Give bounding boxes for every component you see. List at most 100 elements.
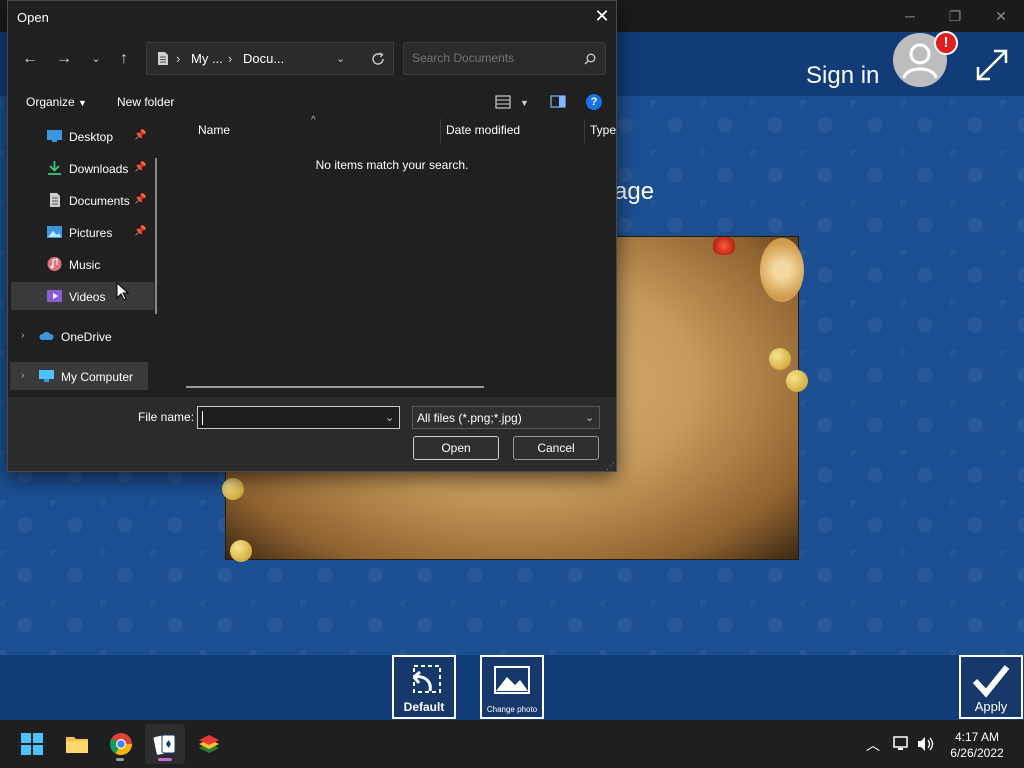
open-button[interactable]: Open <box>413 436 499 460</box>
help-icon[interactable]: ? <box>586 94 602 110</box>
file-type-select[interactable]: All files (*.png;*.jpg) ⌄ <box>412 406 600 429</box>
clock-time: 4:17 AM <box>954 730 1000 744</box>
new-folder-button[interactable]: New folder <box>117 95 174 109</box>
solitaire-icon[interactable] <box>153 732 177 756</box>
picture-icon <box>47 226 62 238</box>
gem-decoration <box>713 237 735 255</box>
breadcrumb-chevron-icon: › <box>228 51 233 66</box>
text-caret <box>202 411 203 425</box>
expand-chevron-icon[interactable]: › <box>21 330 24 341</box>
mouse-cursor-icon <box>116 282 130 301</box>
apply-button[interactable]: Apply <box>959 655 1023 719</box>
resize-grip-icon[interactable]: ⋰ <box>606 461 615 472</box>
coin-decoration <box>222 478 244 500</box>
default-button[interactable]: Default <box>392 655 456 719</box>
clock-date: 6/26/2022 <box>950 746 1004 760</box>
pin-icon[interactable]: 📌 <box>134 194 146 205</box>
expand-chevron-icon[interactable]: › <box>21 370 24 381</box>
undo-icon <box>412 665 441 693</box>
file-name-combobox[interactable]: ⌄ <box>197 406 400 429</box>
view-options-icon[interactable] <box>495 95 511 109</box>
taskbar-clock[interactable]: 4:17 AM 6/26/2022 <box>944 729 1010 761</box>
pin-icon[interactable]: 📌 <box>134 130 146 141</box>
nav-item-desktop[interactable]: Desktop 📌 <box>10 122 148 150</box>
search-input[interactable] <box>412 51 572 65</box>
forward-arrow-icon[interactable]: → <box>55 50 73 68</box>
page-heading: age <box>614 178 655 205</box>
minimize-icon[interactable]: ─ <box>899 6 921 26</box>
nav-item-label: Desktop <box>69 130 114 144</box>
open-file-dialog: Open ✕ ← → ⌄ ↑ › My ... › Docu... ⌄ Orga… <box>7 0 617 472</box>
network-icon[interactable] <box>893 736 911 752</box>
nav-item-label: Videos <box>69 290 106 304</box>
nav-item-downloads[interactable]: Downloads 📌 <box>10 154 148 182</box>
wax-seal-decoration <box>760 238 804 302</box>
column-divider[interactable] <box>584 119 585 143</box>
nav-item-label: OneDrive <box>61 330 112 344</box>
file-explorer-icon[interactable] <box>65 732 89 756</box>
horizontal-scrollbar[interactable] <box>186 386 484 388</box>
apply-label: Apply <box>974 699 1008 714</box>
search-box[interactable] <box>403 42 606 75</box>
document-icon <box>50 193 60 207</box>
cloud-icon <box>39 331 54 340</box>
bluestacks-icon[interactable] <box>197 732 221 756</box>
nav-item-documents[interactable]: Documents 📌 <box>10 186 148 214</box>
breadcrumb-segment[interactable]: Docu... <box>243 51 284 66</box>
breadcrumb-segment[interactable]: My ... <box>191 51 223 66</box>
coin-decoration <box>230 540 252 562</box>
nav-item-label: Downloads <box>69 162 129 176</box>
navigation-scrollbar[interactable] <box>155 158 157 314</box>
coin-decoration <box>786 370 808 392</box>
dialog-close-button[interactable]: ✕ <box>592 6 612 26</box>
default-label: Default <box>403 700 445 714</box>
document-folder-icon <box>158 52 168 65</box>
preview-pane-icon[interactable] <box>550 95 566 108</box>
address-bar[interactable]: › My ... › Docu... ⌄ <box>146 42 394 75</box>
nav-item-music[interactable]: Music <box>10 250 148 278</box>
volume-icon[interactable] <box>917 736 935 752</box>
recent-locations-chevron-icon[interactable]: ⌄ <box>87 50 105 68</box>
chrome-icon[interactable] <box>109 732 133 756</box>
restore-icon[interactable]: ❐ <box>944 6 966 26</box>
nav-item-my-computer[interactable]: › My Computer <box>10 362 148 390</box>
checkmark-icon <box>972 665 1010 698</box>
active-indicator <box>158 758 172 761</box>
column-date-modified[interactable]: Date modified <box>446 123 520 137</box>
column-divider[interactable] <box>440 119 441 143</box>
file-type-selected: All files (*.png;*.jpg) <box>417 411 522 425</box>
nav-item-videos[interactable]: Videos <box>11 282 154 310</box>
nav-item-label: Music <box>69 258 101 272</box>
refresh-icon[interactable] <box>371 52 385 66</box>
organize-button[interactable]: Organize ▼ <box>26 95 87 109</box>
file-name-input[interactable] <box>204 410 374 424</box>
up-arrow-icon[interactable]: ↑ <box>115 50 133 68</box>
address-dropdown-chevron-icon[interactable]: ⌄ <box>336 52 345 65</box>
organize-label: Organize <box>26 95 75 109</box>
nav-item-label: My Computer <box>61 370 134 384</box>
close-icon[interactable]: ✕ <box>990 6 1012 26</box>
dialog-title: Open <box>17 10 49 25</box>
pin-icon[interactable]: 📌 <box>134 226 146 237</box>
file-name-dropdown-icon[interactable]: ⌄ <box>385 411 394 424</box>
nav-item-onedrive[interactable]: › OneDrive <box>10 322 148 350</box>
nav-item-pictures[interactable]: Pictures 📌 <box>10 218 148 246</box>
pin-icon[interactable]: 📌 <box>134 162 146 173</box>
organize-dropdown-icon: ▼ <box>78 98 87 108</box>
photo-icon <box>494 666 530 694</box>
fullscreen-icon[interactable] <box>974 47 1010 83</box>
file-type-dropdown-icon: ⌄ <box>585 412 595 424</box>
start-icon[interactable] <box>20 732 44 756</box>
cancel-button[interactable]: Cancel <box>513 436 599 460</box>
view-dropdown-icon[interactable]: ▼ <box>520 98 529 108</box>
chevron-up-icon[interactable]: ︿ <box>866 735 880 755</box>
column-type[interactable]: Type <box>590 123 616 137</box>
sign-in-button[interactable]: Sign in <box>806 62 879 90</box>
running-indicator <box>116 758 124 761</box>
change-photo-button[interactable]: Change photo <box>480 655 544 719</box>
desktop-icon <box>47 130 62 142</box>
column-name[interactable]: Name <box>198 123 230 137</box>
back-arrow-icon[interactable]: ← <box>21 50 39 68</box>
search-icon[interactable] <box>584 53 596 65</box>
video-icon <box>47 290 62 302</box>
